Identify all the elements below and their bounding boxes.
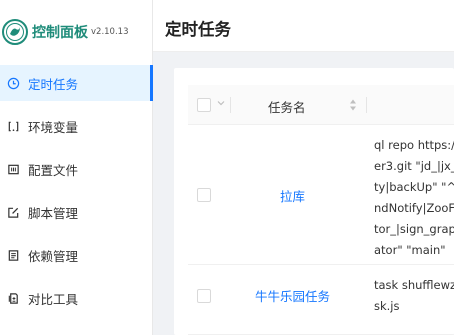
sort-icon[interactable] <box>349 98 357 112</box>
table-row: 拉库 ql repo https:// er3.git "jd_|jx_| ty… <box>188 125 454 265</box>
task-name-link[interactable]: 牛牛乐园任务 <box>255 286 330 305</box>
command-text: ql repo https:// <box>374 138 454 152</box>
sidebar-item-label: 配置文件 <box>28 162 79 178</box>
sidebar-item-dependencies[interactable]: 依赖管理 <box>0 237 153 273</box>
sidebar-item-label: 依赖管理 <box>28 248 79 264</box>
sidebar-item-diff[interactable]: 对比工具 <box>0 280 153 316</box>
app-version: v2.10.13 <box>91 27 129 37</box>
column-divider <box>230 97 231 113</box>
command-text: ator" "main" <box>374 243 446 257</box>
logo-icon <box>2 19 28 45</box>
sidebar-item-env[interactable]: 环境变量 <box>0 108 153 144</box>
chevron-down-icon[interactable] <box>216 98 226 108</box>
command-text: tor_|sign_graph <box>374 222 454 236</box>
variable-icon <box>6 119 20 133</box>
edit-icon <box>6 205 20 219</box>
page-title: 定时任务 <box>165 20 231 39</box>
sidebar-item-label: 对比工具 <box>28 291 79 307</box>
command-text: task shufflewzc <box>374 278 454 292</box>
column-header-task-name[interactable]: 任务名 <box>268 97 306 116</box>
dependency-icon <box>6 248 20 262</box>
sidebar-item-cron[interactable]: 定时任务 <box>0 65 153 101</box>
diff-icon <box>6 291 20 305</box>
clock-icon <box>6 76 20 90</box>
sidebar-item-label: 脚本管理 <box>28 205 79 221</box>
sidebar-item-scripts[interactable]: 脚本管理 <box>0 194 153 230</box>
row-checkbox[interactable] <box>197 289 211 303</box>
brand: 控制面板 v2.10.13 <box>0 0 152 64</box>
config-file-icon <box>6 162 20 176</box>
task-name-link[interactable]: 拉库 <box>280 186 305 205</box>
sidebar-item-label: 环境变量 <box>28 119 79 135</box>
app-name: 控制面板 <box>32 25 88 41</box>
table-header: 任务名 <box>188 85 454 125</box>
sidebar-item-label: 定时任务 <box>28 76 79 92</box>
command-text: ty|backUp" "^j <box>374 180 454 194</box>
command-text: ndNotify|ZooF <box>374 201 454 215</box>
table-row: 牛牛乐园任务 task shufflewzc sk.js <box>188 265 454 335</box>
cron-table-card: 任务名 拉库 ql repo https:// er3.git "jd_|jx_… <box>174 68 454 335</box>
command-text: er3.git "jd_|jx_| <box>374 159 454 173</box>
page-header: 定时任务 <box>153 0 454 52</box>
sidebar: 控制面板 v2.10.13 定时任务 环境变量 配置文件 脚本管理 依赖管理 对… <box>0 0 153 335</box>
command-text: sk.js <box>374 299 400 313</box>
select-all-checkbox[interactable] <box>197 98 211 112</box>
sidebar-item-config[interactable]: 配置文件 <box>0 151 153 187</box>
row-checkbox[interactable] <box>197 188 211 202</box>
column-divider <box>366 97 367 113</box>
